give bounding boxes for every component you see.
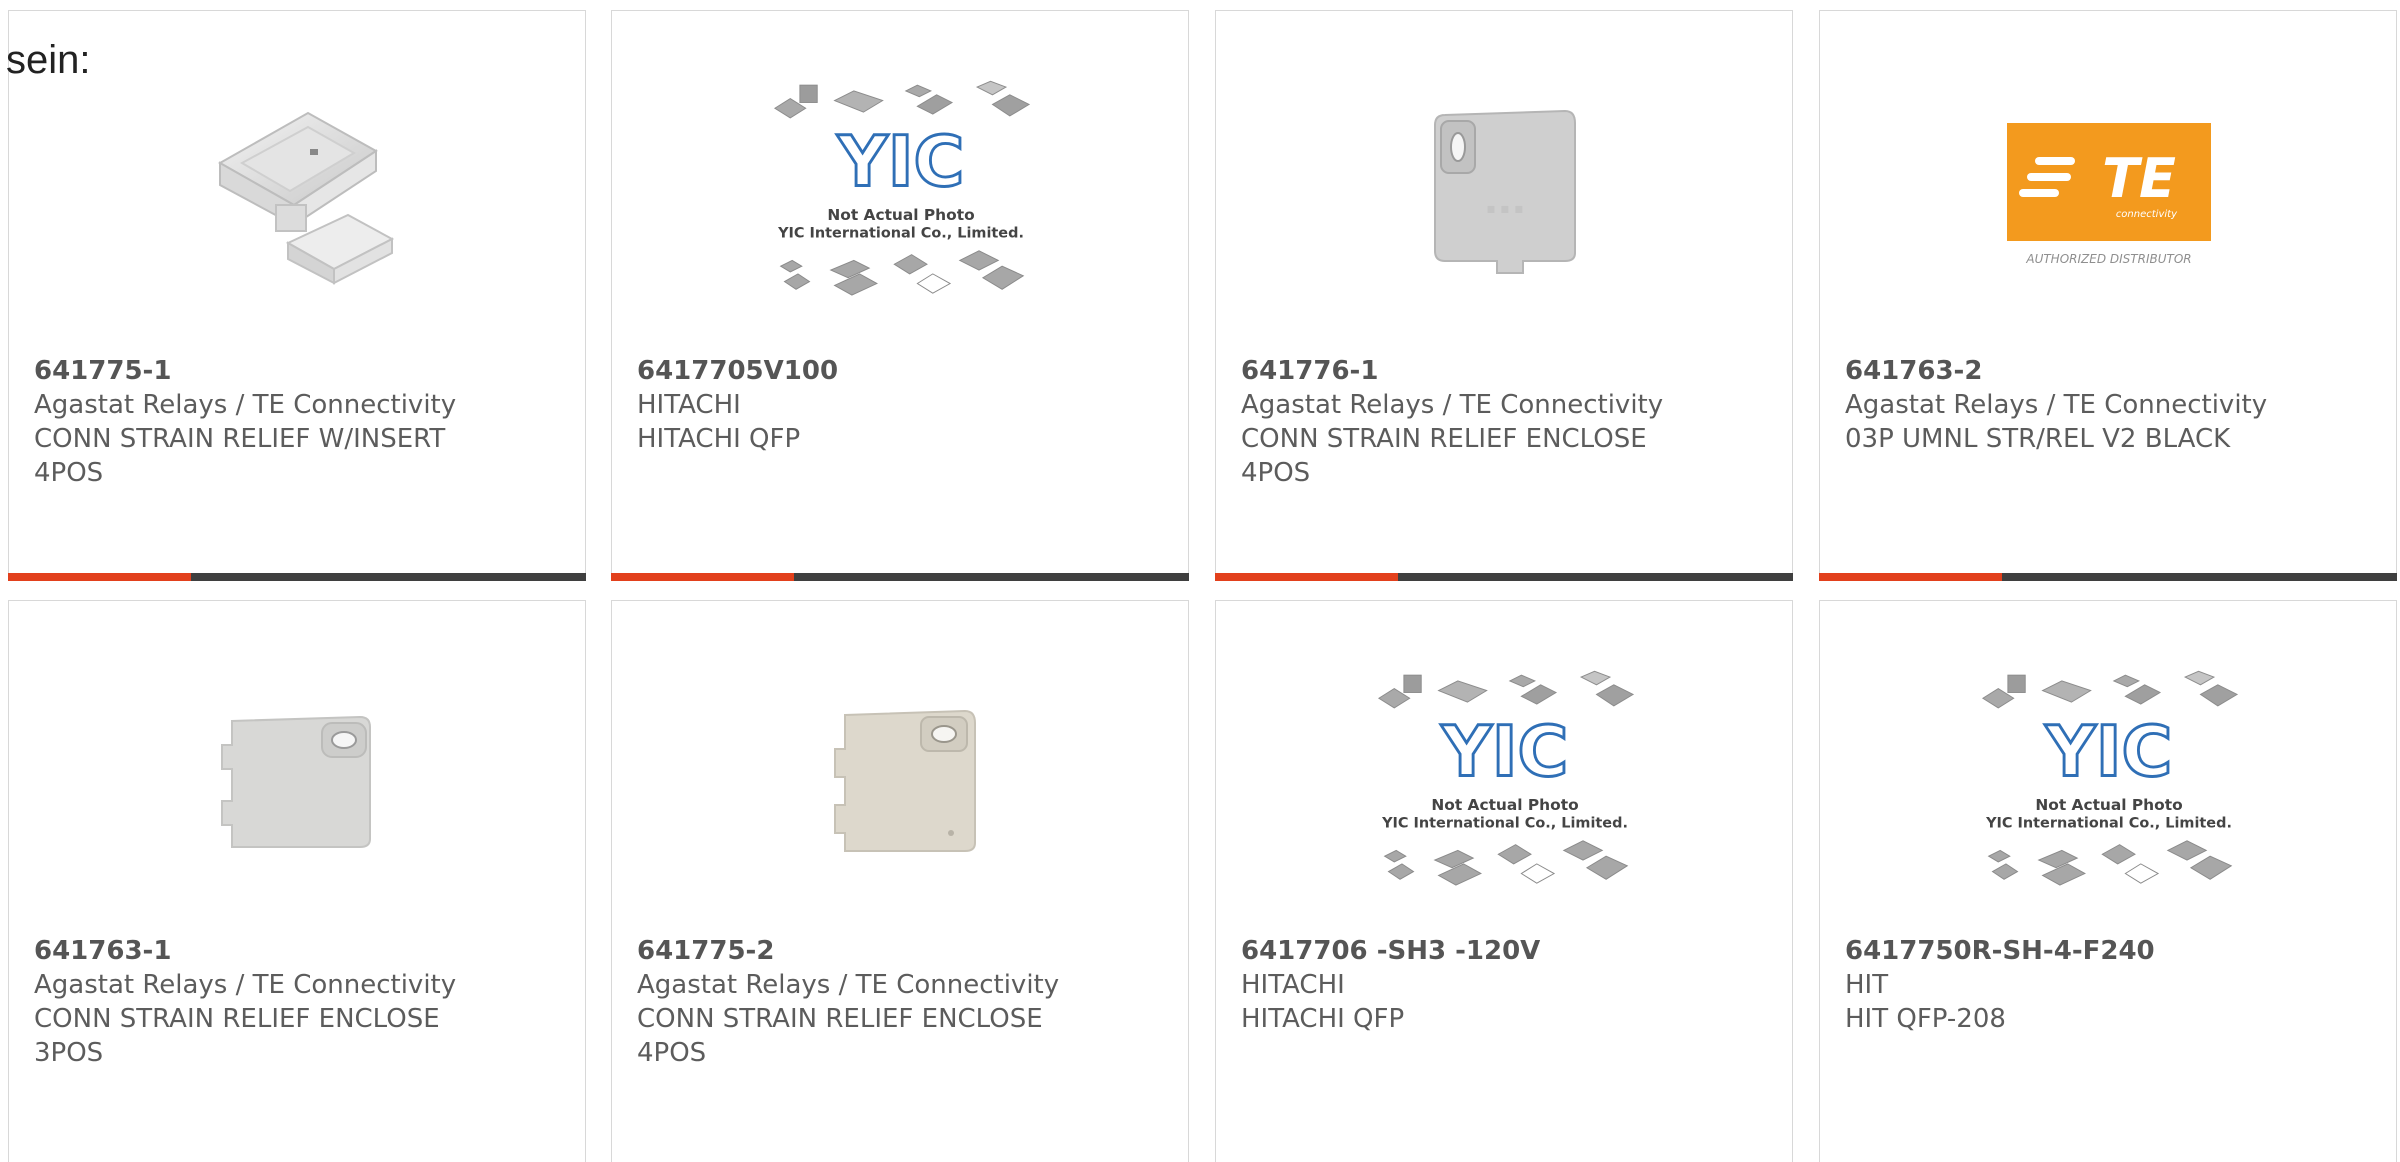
card-accent-bar	[1819, 573, 2002, 581]
card-bottom-bar	[1215, 573, 1793, 581]
yic-logo-text: YIC	[1441, 712, 1569, 792]
product-image[interactable]	[771, 673, 1031, 893]
te-distributor-text: AUTHORIZED DISTRIBUTOR	[2025, 252, 2191, 266]
product-info: 641775-2 Agastat Relays / TE Connectivit…	[637, 934, 1157, 1070]
product-image[interactable]: ▪ ▪ ▪	[1375, 83, 1635, 303]
yic-not-actual-photo: Not Actual Photo	[1431, 796, 1578, 814]
product-image[interactable]: YIC Not Actual Photo YIC International C…	[1979, 670, 2239, 893]
part-number-link[interactable]: 6417750R-SH-4-F240	[1845, 934, 2365, 968]
svg-text:▪ ▪ ▪: ▪ ▪ ▪	[1486, 201, 1523, 217]
manufacturer: Agastat Relays / TE Connectivity	[34, 390, 457, 420]
part-number-link[interactable]: 641775-2	[637, 934, 1157, 968]
part-number-link[interactable]: 6417705V100	[637, 354, 1157, 388]
yic-company-name: YIC International Co., Limited.	[1381, 815, 1628, 831]
strain-relief-insert-image	[217, 111, 395, 285]
lead-text: sein:	[6, 38, 91, 82]
yic-logo-text: YIC	[2045, 712, 2173, 792]
strain-relief-enclose-3pos-image	[221, 715, 371, 848]
product-image[interactable]: TE connectivity AUTHORIZED DISTRIBUTOR	[1979, 83, 2239, 303]
yic-not-actual-photo: Not Actual Photo	[2035, 796, 2182, 814]
product-info: 6417706 -SH3 -120V HITACHI HITACHI QFP	[1241, 934, 1761, 1036]
manufacturer: Agastat Relays / TE Connectivity	[1845, 390, 2268, 420]
product-card[interactable]: 641775-1 Agastat Relays / TE Connectivit…	[8, 10, 586, 581]
product-description: CONN STRAIN RELIEF ENCLOSE 4POS	[1241, 424, 1647, 488]
part-number-link[interactable]: 6417706 -SH3 -120V	[1241, 934, 1761, 968]
yic-placeholder-image: YIC Not Actual Photo YIC International C…	[1981, 670, 2239, 886]
yic-company-name: YIC International Co., Limited.	[1985, 815, 2232, 831]
card-accent-bar	[611, 573, 794, 581]
yic-not-actual-photo: Not Actual Photo	[827, 206, 974, 224]
product-description: CONN STRAIN RELIEF W/INSERT 4POS	[34, 424, 446, 488]
yic-logo-text: YIC	[837, 122, 965, 202]
product-image[interactable]	[168, 673, 428, 893]
product-info: 641775-1 Agastat Relays / TE Connectivit…	[34, 354, 554, 490]
product-card[interactable]: YIC Not Actual Photo YIC International C…	[611, 10, 1189, 581]
te-logo-text: TE	[2102, 147, 2176, 210]
card-bottom-bar	[611, 573, 1189, 581]
product-description: HIT QFP-208	[1845, 1004, 2006, 1034]
product-info: 641763-1 Agastat Relays / TE Connectivit…	[34, 934, 554, 1070]
strain-relief-enclose-4pos-image	[834, 709, 976, 852]
yic-company-name: YIC International Co., Limited.	[777, 225, 1024, 241]
manufacturer: Agastat Relays / TE Connectivity	[1241, 390, 1664, 420]
manufacturer: Agastat Relays / TE Connectivity	[637, 970, 1060, 1000]
product-card[interactable]: 641775-2 Agastat Relays / TE Connectivit…	[611, 600, 1189, 1162]
card-accent-bar	[8, 573, 191, 581]
manufacturer: HITACHI	[1241, 970, 1345, 1000]
product-card[interactable]: 641763-1 Agastat Relays / TE Connectivit…	[8, 600, 586, 1162]
product-description: CONN STRAIN RELIEF ENCLOSE 4POS	[637, 1004, 1043, 1068]
product-info: 6417705V100 HITACHI HITACHI QFP	[637, 354, 1157, 456]
product-image[interactable]: YIC Not Actual Photo YIC International C…	[1375, 670, 1635, 893]
te-logo-image: TE connectivity AUTHORIZED DISTRIBUTOR	[2007, 123, 2211, 266]
part-number-link[interactable]: 641763-2	[1845, 354, 2365, 388]
product-card[interactable]: ▪ ▪ ▪ 641776-1 Agastat Relays / TE Conne…	[1215, 10, 1793, 581]
part-number-link[interactable]: 641775-1	[34, 354, 554, 388]
product-description: HITACHI QFP	[637, 424, 801, 454]
product-description: CONN STRAIN RELIEF ENCLOSE 3POS	[34, 1004, 440, 1068]
product-description: 03P UMNL STR/REL V2 BLACK	[1845, 424, 2231, 454]
yic-placeholder-image: YIC Not Actual Photo YIC International C…	[1377, 670, 1635, 886]
strain-relief-enclose-image: ▪ ▪ ▪	[1434, 109, 1576, 274]
product-card[interactable]: YIC Not Actual Photo YIC International C…	[1215, 600, 1793, 1162]
product-image[interactable]	[168, 83, 428, 303]
product-info: 6417750R-SH-4-F240 HIT HIT QFP-208	[1845, 934, 2365, 1036]
manufacturer: HIT	[1845, 970, 1889, 1000]
product-info: 641776-1 Agastat Relays / TE Connectivit…	[1241, 354, 1761, 490]
card-bottom-bar	[1819, 573, 2397, 581]
product-description: HITACHI QFP	[1241, 1004, 1405, 1034]
product-card[interactable]: TE connectivity AUTHORIZED DISTRIBUTOR 6…	[1819, 10, 2397, 581]
manufacturer: Agastat Relays / TE Connectivity	[34, 970, 457, 1000]
product-card[interactable]: YIC Not Actual Photo YIC International C…	[1819, 600, 2397, 1162]
product-info: 641763-2 Agastat Relays / TE Connectivit…	[1845, 354, 2365, 456]
card-bottom-bar	[8, 573, 586, 581]
te-logo-tagline: connectivity	[2116, 209, 2178, 220]
card-accent-bar	[1215, 573, 1398, 581]
product-image[interactable]: YIC Not Actual Photo YIC International C…	[771, 80, 1031, 303]
part-number-link[interactable]: 641776-1	[1241, 354, 1761, 388]
part-number-link[interactable]: 641763-1	[34, 934, 554, 968]
yic-placeholder-image: YIC Not Actual Photo YIC International C…	[773, 80, 1031, 296]
manufacturer: HITACHI	[637, 390, 741, 420]
